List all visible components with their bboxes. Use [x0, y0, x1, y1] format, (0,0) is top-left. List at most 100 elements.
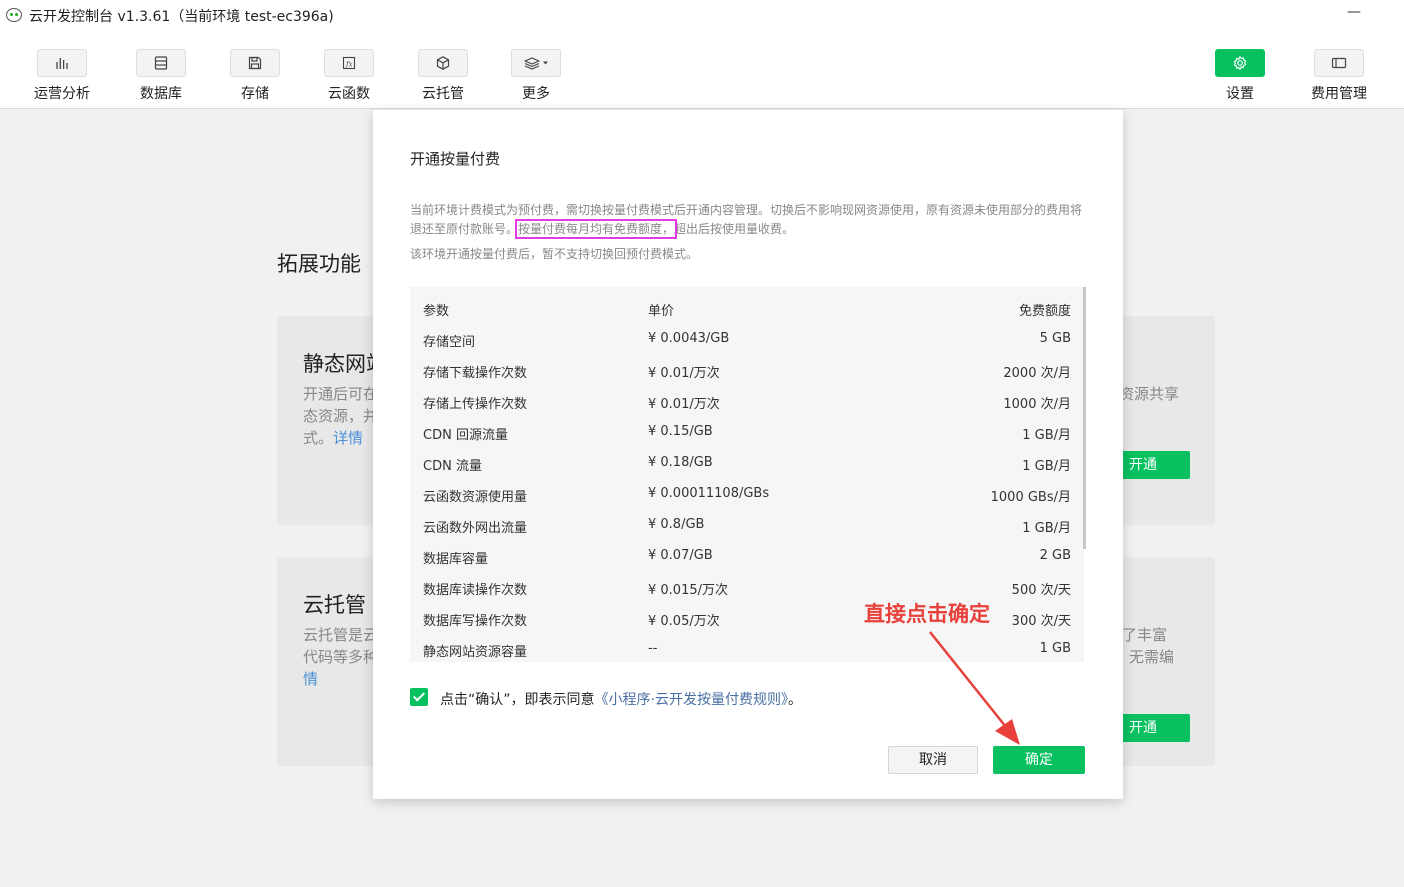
- table-cell: 存储空间: [423, 335, 476, 350]
- table-cell: 1000 GBs/月: [990, 490, 1071, 505]
- card-desc-line: 态资源，并: [303, 407, 379, 425]
- bar-chart-icon: [37, 49, 87, 77]
- cancel-button[interactable]: 取消: [888, 746, 978, 774]
- agreement-text: 点击“确认”，即表示同意《小程序·云开发按量付费规则》。: [440, 689, 802, 709]
- toolbar-label: 设置: [1226, 86, 1254, 102]
- window-title: 云开发控制台 v1.3.61（当前环境 test-ec396a): [29, 9, 334, 25]
- table-cell: 存储下载操作次数: [423, 366, 528, 381]
- table-cell: 1 GB/月: [1022, 459, 1071, 474]
- detail-link[interactable]: 情: [303, 668, 378, 690]
- toolbar-settings[interactable]: 设置: [1195, 33, 1285, 109]
- detail-link[interactable]: 详情: [333, 429, 363, 447]
- table-row: 存储上传操作次数 ¥ 0.01/万次 1000 次/月: [410, 386, 1084, 417]
- dialog-title: 开通按量付费: [410, 150, 501, 168]
- table-header-cell: 免费额度: [1018, 304, 1071, 319]
- minimize-button[interactable]: —: [1347, 4, 1361, 20]
- table-cell: 存储上传操作次数: [423, 397, 528, 412]
- toolbar-cloud-function[interactable]: fx 云函数: [304, 33, 394, 109]
- table-cell: CDN 回源流量: [423, 428, 508, 443]
- toolbar-storage[interactable]: 存储: [210, 33, 300, 109]
- card-desc-line: 开通后可在: [303, 385, 379, 403]
- table-cell: ¥ 0.015/万次: [648, 583, 728, 598]
- table-row: 云函数外网出流量 ¥ 0.8/GB 1 GB/月: [410, 510, 1084, 541]
- table-cell: 数据库写操作次数: [423, 614, 528, 629]
- cube-icon: [418, 49, 468, 77]
- table-cell: 2000 次/月: [1003, 366, 1071, 381]
- annotation-text: 直接点击确定: [864, 602, 990, 626]
- save-disk-icon: [230, 49, 280, 77]
- table-cell: ¥ 0.15/GB: [648, 424, 713, 439]
- card-desc-line: 式。: [303, 429, 334, 447]
- toolbar-label: 运营分析: [34, 86, 90, 102]
- toolbar-database[interactable]: 数据库: [116, 33, 206, 109]
- billing-rules-link[interactable]: 《小程序·云开发按量付费规则》: [595, 692, 788, 708]
- table-cell: 300 次/天: [1011, 614, 1071, 629]
- table-cell: CDN 流量: [423, 459, 482, 474]
- table-cell: ¥ 0.01/万次: [648, 366, 720, 381]
- toolbar-cloud-hosting[interactable]: 云托管: [398, 33, 488, 109]
- layers-dropdown-icon: [511, 49, 561, 77]
- table-cell: 云函数外网出流量: [423, 521, 528, 536]
- toolbar-more[interactable]: 更多: [491, 33, 581, 109]
- table-cell: 500 次/天: [1011, 583, 1071, 598]
- table-row: 静态网站资源容量 -- 1 GB: [410, 634, 1084, 662]
- table-cell: 数据库读操作次数: [423, 583, 528, 598]
- agree-checkbox[interactable]: [410, 688, 428, 706]
- function-icon: fx: [324, 49, 374, 77]
- table-scrollbar[interactable]: [1083, 287, 1086, 549]
- table-row: 数据库容量 ¥ 0.07/GB 2 GB: [410, 541, 1084, 572]
- toolbar-label: 云函数: [328, 86, 370, 102]
- table-cell: ¥ 0.18/GB: [648, 455, 713, 470]
- agreement-prefix: 点击“确认”，即表示同意: [440, 692, 595, 708]
- billing-notice: 当前环境计费模式为预付费，需切换按量付费模式后开通内容管理。切换后不影响现网资源…: [410, 201, 1090, 239]
- open-button[interactable]: 开通: [1114, 714, 1190, 742]
- table-row: 云函数资源使用量 ¥ 0.00011108/GBs 1000 GBs/月: [410, 479, 1084, 510]
- billing-notice-2: 该环境开通按量付费后，暂不支持切换回预付费模式。: [410, 247, 699, 261]
- table-cell: ¥ 0.00011108/GBs: [648, 486, 770, 501]
- toolbar-billing[interactable]: 费用管理: [1294, 33, 1384, 109]
- card-desc-line: 代码等多种: [303, 648, 379, 666]
- table-cell: 1 GB/月: [1022, 428, 1071, 443]
- table-cell: 数据库容量: [423, 552, 489, 567]
- table-cell: 1 GB: [1039, 641, 1071, 656]
- table-row: 存储空间 ¥ 0.0043/GB 5 GB: [410, 324, 1084, 355]
- wallet-icon: [1314, 49, 1364, 77]
- gear-icon: [1215, 49, 1265, 77]
- table-cell: 2 GB: [1039, 548, 1071, 563]
- agreement-suffix: 。: [787, 692, 802, 708]
- table-cell: 1000 次/月: [1003, 397, 1071, 412]
- table-cell: 静态网站资源容量: [423, 645, 528, 660]
- table-header-cell: 参数: [423, 304, 450, 319]
- table-cell: ¥ 0.0043/GB: [648, 331, 730, 346]
- notice-text: 超出后按使用量收费。: [674, 222, 795, 236]
- card-desc-line: 云托管是云: [303, 626, 379, 644]
- database-icon: [136, 49, 186, 77]
- table-cell: 1 GB/月: [1022, 521, 1071, 536]
- open-button[interactable]: 开通: [1114, 451, 1190, 479]
- confirm-button[interactable]: 确定: [993, 746, 1085, 774]
- table-cell: 5 GB: [1039, 331, 1071, 346]
- svg-text:fx: fx: [345, 61, 353, 69]
- toolbar-analytics[interactable]: 运营分析: [17, 33, 107, 109]
- table-cell: ¥ 0.01/万次: [648, 397, 720, 412]
- card-desc-line: 了丰富: [1122, 626, 1168, 644]
- table-row: CDN 回源流量 ¥ 0.15/GB 1 GB/月: [410, 417, 1084, 448]
- pay-as-you-go-dialog: 开通按量付费 当前环境计费模式为预付费，需切换按量付费模式后开通内容管理。切换后…: [373, 110, 1123, 799]
- toolbar-label: 更多: [522, 86, 550, 102]
- table-header-row: 参数 单价 免费额度: [410, 293, 1084, 324]
- table-header-cell: 单价: [648, 304, 675, 319]
- main-toolbar: 运营分析 数据库 存储 fx 云函数 云托管 更多 设置 费用管理: [0, 33, 1404, 109]
- table-row: 存储下载操作次数 ¥ 0.01/万次 2000 次/月: [410, 355, 1084, 386]
- toolbar-label: 费用管理: [1311, 86, 1367, 102]
- card-right-description: 了丰富 无需编: [1122, 624, 1174, 668]
- card-description: 开通后可在 态资源，并 式。详情: [303, 383, 378, 449]
- toolbar-label: 存储: [241, 86, 269, 102]
- card-description: 云托管是云 代码等多种 情: [303, 624, 378, 690]
- table-cell: --: [648, 641, 658, 656]
- table-cell: ¥ 0.05/万次: [648, 614, 720, 629]
- table-cell: ¥ 0.07/GB: [648, 548, 713, 563]
- wechat-app-icon: [6, 8, 22, 22]
- toolbar-label: 数据库: [140, 86, 182, 102]
- title-bar: 云开发控制台 v1.3.61（当前环境 test-ec396a) —: [0, 0, 1404, 33]
- table-cell: ¥ 0.8/GB: [648, 517, 705, 532]
